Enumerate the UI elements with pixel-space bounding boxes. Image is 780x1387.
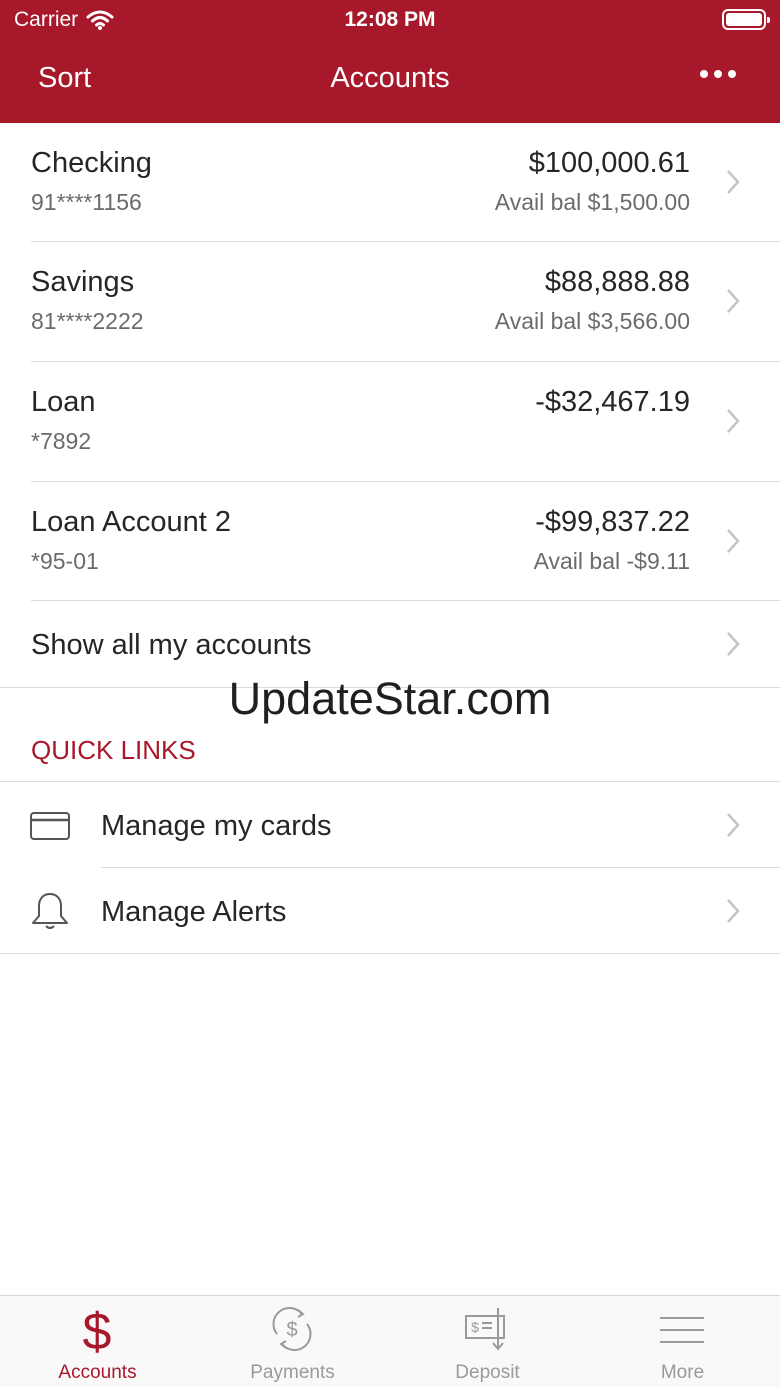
account-name: Loan Account 2	[31, 506, 231, 538]
payments-icon: $	[272, 1307, 312, 1351]
chevron-right-icon	[727, 632, 740, 656]
tab-deposit[interactable]: $ Deposit	[390, 1296, 585, 1387]
dollar-icon: $	[83, 1304, 112, 1354]
chevron-right-icon	[727, 409, 740, 433]
account-number: *95-01	[31, 548, 99, 574]
chevron-right-icon	[727, 289, 740, 313]
account-name: Checking	[31, 147, 152, 179]
deposit-check-icon: $	[465, 1308, 505, 1351]
app-header: Carrier 12:08 PM Accounts Sort	[0, 0, 780, 123]
account-name: Savings	[31, 266, 135, 298]
account-number: 91****1156	[31, 189, 142, 215]
account-row-loan-account-2[interactable]: Loan Account 2 *95-01 -$99,837.22 Avail …	[0, 482, 780, 602]
tab-payments[interactable]: $ Payments	[195, 1296, 390, 1387]
account-name: Loan	[31, 386, 96, 418]
watermark-text: UpdateStar.com	[228, 673, 552, 724]
battery-icon	[722, 9, 770, 30]
quick-links-heading: QUICK LINKS	[31, 735, 196, 765]
tab-label: Accounts	[58, 1362, 137, 1383]
available-balance: Avail bal -$9.11	[533, 548, 690, 574]
svg-text:$: $	[286, 1319, 297, 1341]
chevron-right-icon	[727, 899, 740, 923]
tab-label: Payments	[250, 1362, 335, 1383]
sort-button[interactable]: Sort	[38, 62, 91, 95]
account-number: *7892	[31, 428, 92, 454]
available-balance: Avail bal $1,500.00	[494, 189, 690, 215]
account-balance: -$32,467.19	[535, 386, 690, 418]
manage-alerts-label: Manage Alerts	[101, 896, 287, 928]
tab-bar: $ Accounts $ Payments $ Deposit More	[0, 1295, 780, 1387]
chevron-right-icon	[727, 813, 740, 837]
available-balance: Avail bal $3,566.00	[494, 308, 690, 334]
manage-cards-link[interactable]: Manage my cards	[0, 782, 780, 868]
menu-icon	[660, 1317, 704, 1343]
account-row-loan[interactable]: Loan *7892 -$32,467.19	[0, 362, 780, 482]
more-options-icon[interactable]	[700, 70, 736, 78]
account-row-checking[interactable]: Checking 91****1156 $100,000.61 Avail ba…	[0, 123, 780, 243]
tab-more[interactable]: More	[585, 1296, 780, 1387]
account-row-savings[interactable]: Savings 81****2222 $88,888.88 Avail bal …	[0, 242, 780, 362]
status-bar: Carrier 12:08 PM	[0, 0, 780, 40]
show-all-label: Show all my accounts	[31, 629, 312, 661]
credit-card-icon	[30, 812, 70, 840]
chevron-right-icon	[727, 529, 740, 553]
manage-cards-label: Manage my cards	[101, 810, 332, 842]
page-title: Accounts	[330, 62, 450, 94]
status-time: 12:08 PM	[344, 8, 436, 31]
chevron-right-icon	[727, 170, 740, 194]
svg-text:$: $	[83, 1304, 112, 1354]
account-balance: $100,000.61	[528, 147, 690, 179]
divider	[0, 953, 780, 954]
bell-icon	[32, 893, 68, 929]
manage-alerts-link[interactable]: Manage Alerts	[0, 868, 780, 954]
account-number: 81****2222	[31, 308, 144, 334]
svg-text:$: $	[471, 1319, 479, 1335]
tab-label: Deposit	[455, 1362, 520, 1383]
tab-accounts[interactable]: $ Accounts	[0, 1296, 195, 1387]
account-balance: $88,888.88	[544, 266, 690, 298]
tab-label: More	[660, 1362, 705, 1383]
account-balance: -$99,837.22	[535, 506, 690, 538]
